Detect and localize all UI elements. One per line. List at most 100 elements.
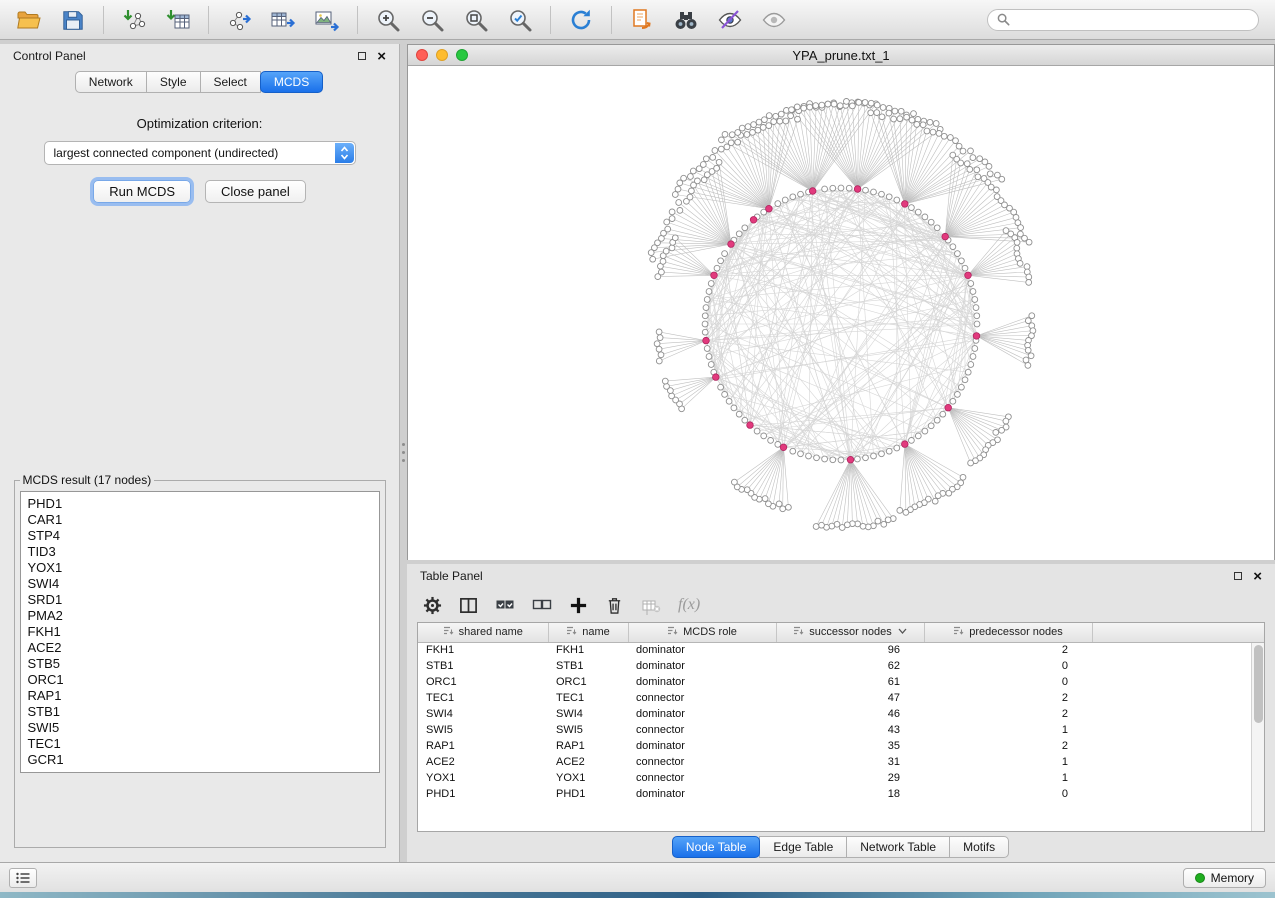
table-cell[interactable]: 29 bbox=[776, 770, 924, 786]
result-item-yox1[interactable]: YOX1 bbox=[28, 560, 372, 576]
table-cell[interactable]: FKH1 bbox=[418, 642, 548, 658]
table-cell[interactable]: ACE2 bbox=[418, 754, 548, 770]
memory-button[interactable]: Memory bbox=[1183, 868, 1266, 888]
table-row-stb1[interactable]: STB1STB1dominator620 bbox=[418, 658, 1264, 674]
export-network-button[interactable] bbox=[218, 4, 260, 36]
table-cell[interactable]: 1 bbox=[924, 754, 1092, 770]
table-cell[interactable]: 18 bbox=[776, 786, 924, 802]
tab-network[interactable]: Network bbox=[75, 71, 147, 93]
column-header-predecessor-nodes[interactable]: predecessor nodes bbox=[924, 623, 1092, 642]
table-cell[interactable]: connector bbox=[628, 690, 776, 706]
export-image-button[interactable] bbox=[306, 4, 348, 36]
table-cell[interactable]: connector bbox=[628, 770, 776, 786]
table-tab-edge-table[interactable]: Edge Table bbox=[759, 836, 847, 858]
window-close-button[interactable] bbox=[416, 49, 428, 61]
float-table-panel-icon[interactable] bbox=[1234, 572, 1242, 580]
table-cell[interactable]: TEC1 bbox=[418, 690, 548, 706]
table-cell[interactable]: 0 bbox=[924, 674, 1092, 690]
column-header-MCDS-role[interactable]: MCDS role bbox=[628, 623, 776, 642]
search-input[interactable] bbox=[1016, 12, 1249, 28]
result-item-pma2[interactable]: PMA2 bbox=[28, 608, 372, 624]
result-item-rap1[interactable]: RAP1 bbox=[28, 688, 372, 704]
result-item-swi5[interactable]: SWI5 bbox=[28, 720, 372, 736]
result-item-car1[interactable]: CAR1 bbox=[28, 512, 372, 528]
table-cell[interactable]: SWI5 bbox=[418, 722, 548, 738]
table-row-ace2[interactable]: ACE2ACE2connector311 bbox=[418, 754, 1264, 770]
result-item-stp4[interactable]: STP4 bbox=[28, 528, 372, 544]
column-header-name[interactable]: name bbox=[548, 623, 628, 642]
table-cell[interactable]: dominator bbox=[628, 786, 776, 802]
refresh-button[interactable] bbox=[560, 4, 602, 36]
hide-selected-button[interactable] bbox=[709, 4, 751, 36]
table-cell[interactable]: RAP1 bbox=[548, 738, 628, 754]
table-cell[interactable]: TEC1 bbox=[548, 690, 628, 706]
tab-style[interactable]: Style bbox=[146, 71, 201, 93]
table-cell[interactable]: SWI5 bbox=[548, 722, 628, 738]
table-cell[interactable]: 0 bbox=[924, 786, 1092, 802]
zoom-out-button[interactable] bbox=[411, 4, 453, 36]
tab-select[interactable]: Select bbox=[200, 71, 261, 93]
select-all-button[interactable] bbox=[495, 595, 515, 615]
table-cell[interactable]: 2 bbox=[924, 738, 1092, 754]
result-item-stb1[interactable]: STB1 bbox=[28, 704, 372, 720]
table-cell[interactable]: 35 bbox=[776, 738, 924, 754]
table-tab-motifs[interactable]: Motifs bbox=[949, 836, 1009, 858]
table-row-orc1[interactable]: ORC1ORC1dominator610 bbox=[418, 674, 1264, 690]
import-table-button[interactable] bbox=[157, 4, 199, 36]
table-cell[interactable]: 47 bbox=[776, 690, 924, 706]
delete-table-button[interactable] bbox=[641, 595, 661, 615]
table-cell[interactable]: 0 bbox=[924, 658, 1092, 674]
close-table-panel-icon[interactable]: × bbox=[1253, 569, 1262, 584]
show-all-button[interactable] bbox=[753, 4, 795, 36]
table-row-yox1[interactable]: YOX1YOX1connector291 bbox=[418, 770, 1264, 786]
window-minimize-button[interactable] bbox=[436, 49, 448, 61]
table-cell[interactable]: FKH1 bbox=[548, 642, 628, 658]
result-item-ace2[interactable]: ACE2 bbox=[28, 640, 372, 656]
table-scrollbar[interactable] bbox=[1251, 643, 1264, 831]
table-cell[interactable]: YOX1 bbox=[418, 770, 548, 786]
table-cell[interactable]: SWI4 bbox=[418, 706, 548, 722]
table-cell[interactable]: STB1 bbox=[548, 658, 628, 674]
table-cell[interactable]: PHD1 bbox=[418, 786, 548, 802]
table-row-tec1[interactable]: TEC1TEC1connector472 bbox=[418, 690, 1264, 706]
table-cell[interactable]: ORC1 bbox=[548, 674, 628, 690]
table-cell[interactable]: 2 bbox=[924, 690, 1092, 706]
table-cell[interactable]: 1 bbox=[924, 722, 1092, 738]
table-cell[interactable]: dominator bbox=[628, 642, 776, 658]
table-cell[interactable]: 96 bbox=[776, 642, 924, 658]
find-button[interactable] bbox=[665, 4, 707, 36]
table-cell[interactable]: dominator bbox=[628, 674, 776, 690]
table-cell[interactable]: dominator bbox=[628, 706, 776, 722]
table-cell[interactable]: SWI4 bbox=[548, 706, 628, 722]
share-document-button[interactable] bbox=[621, 4, 663, 36]
column-header-shared-name[interactable]: shared name bbox=[418, 623, 548, 642]
result-item-phd1[interactable]: PHD1 bbox=[28, 496, 372, 512]
float-panel-icon[interactable] bbox=[358, 52, 366, 60]
table-row-rap1[interactable]: RAP1RAP1dominator352 bbox=[418, 738, 1264, 754]
table-row-swi5[interactable]: SWI5SWI5connector431 bbox=[418, 722, 1264, 738]
table-cell[interactable]: 61 bbox=[776, 674, 924, 690]
table-cell[interactable]: 46 bbox=[776, 706, 924, 722]
close-panel-button[interactable]: Close panel bbox=[205, 180, 306, 203]
zoom-fit-button[interactable] bbox=[455, 4, 497, 36]
result-item-swi4[interactable]: SWI4 bbox=[28, 576, 372, 592]
window-maximize-button[interactable] bbox=[456, 49, 468, 61]
table-cell[interactable]: 1 bbox=[924, 770, 1092, 786]
export-table-button[interactable] bbox=[262, 4, 304, 36]
result-item-fkh1[interactable]: FKH1 bbox=[28, 624, 372, 640]
column-header-successor-nodes[interactable]: successor nodes bbox=[776, 623, 924, 642]
table-cell[interactable]: PHD1 bbox=[548, 786, 628, 802]
panel-splitter[interactable] bbox=[400, 40, 407, 862]
result-item-orc1[interactable]: ORC1 bbox=[28, 672, 372, 688]
table-cell[interactable]: RAP1 bbox=[418, 738, 548, 754]
import-network-button[interactable] bbox=[113, 4, 155, 36]
result-item-tid3[interactable]: TID3 bbox=[28, 544, 372, 560]
table-cell[interactable]: dominator bbox=[628, 658, 776, 674]
function-builder-button[interactable]: f(x) bbox=[678, 596, 700, 614]
table-cell[interactable]: 2 bbox=[924, 706, 1092, 722]
network-canvas[interactable] bbox=[408, 66, 1274, 560]
save-session-button[interactable] bbox=[52, 4, 94, 36]
table-cell[interactable]: ORC1 bbox=[418, 674, 548, 690]
table-settings-button[interactable] bbox=[423, 596, 442, 615]
zoom-selected-button[interactable] bbox=[499, 4, 541, 36]
